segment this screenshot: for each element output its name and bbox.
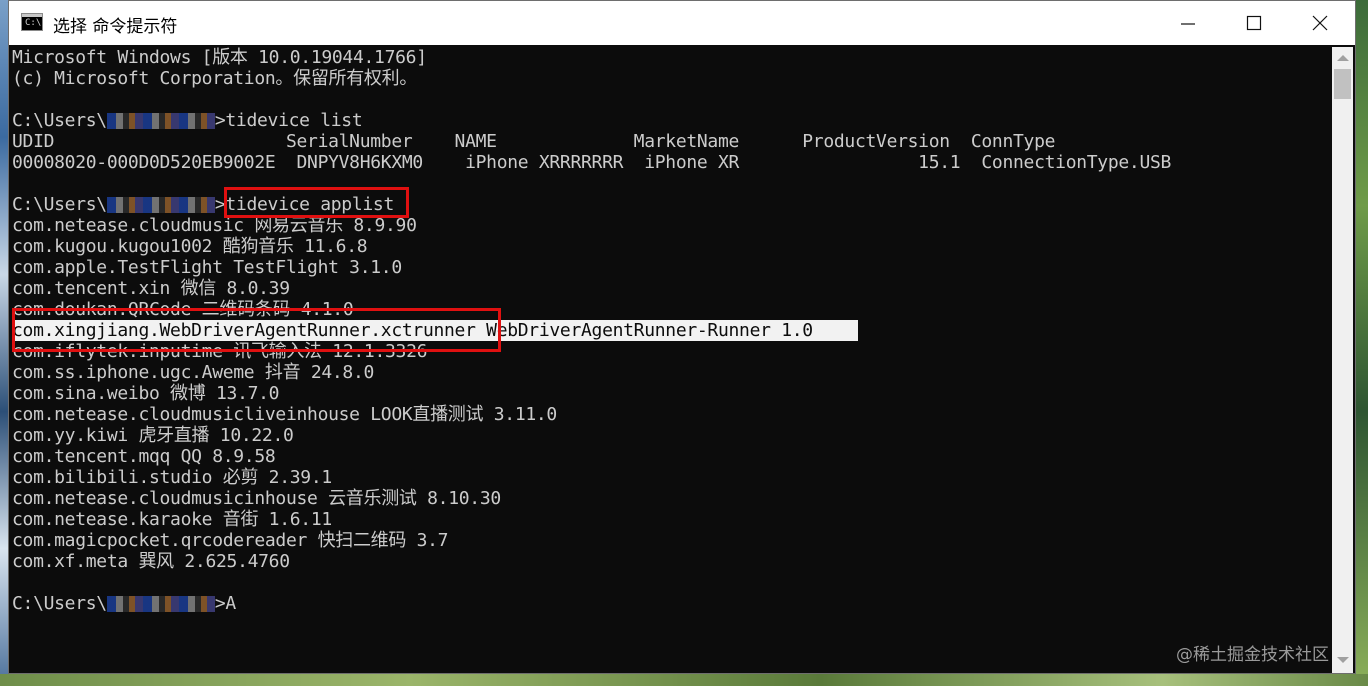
desktop-wallpaper-bottom — [0, 674, 1368, 686]
redacted-username — [106, 596, 215, 612]
close-button[interactable] — [1287, 1, 1353, 45]
app-list-item: com.sina.weibo 微博 13.7.0 — [12, 383, 280, 404]
title-bar[interactable]: C:\ 选择 命令提示符 — [9, 1, 1355, 45]
watermark: @稀土掘金技术社区 — [1176, 645, 1329, 665]
highlight-box-wda-runner — [12, 308, 501, 352]
command-prompt-window: C:\ 选择 命令提示符 Microsoft Windows [版本 10.0.… — [8, 0, 1356, 674]
table-row: 00008020-000D0D520EB9002E DNPYV8H6KXM0 i… — [12, 152, 1172, 173]
app-list-item: com.netease.cloudmusicinhouse 云音乐测试 8.10… — [12, 488, 501, 509]
highlight-box-applist-command — [224, 187, 409, 218]
app-list-item: com.netease.karaoke 音街 1.6.11 — [12, 509, 332, 530]
window-title: 选择 命令提示符 — [53, 17, 178, 37]
minimize-button[interactable] — [1155, 1, 1221, 45]
app-list-item: com.netease.cloudmusic 网易云音乐 8.9.90 — [12, 215, 417, 236]
app-list-item: com.netease.cloudmusicliveinhouse LOOK直播… — [12, 404, 557, 425]
table-header: UDID SerialNumber NAME MarketName Produc… — [12, 131, 1056, 152]
scroll-up-arrow-icon[interactable] — [1337, 55, 1349, 61]
app-list-item: com.ss.iphone.ugc.Aweme 抖音 24.8.0 — [12, 362, 375, 383]
scroll-down-arrow-icon[interactable] — [1337, 657, 1349, 663]
command-text: A — [225, 593, 236, 614]
maximize-icon — [1246, 15, 1262, 31]
maximize-button[interactable] — [1221, 1, 1287, 45]
app-list-item: com.tencent.xin 微信 8.0.39 — [12, 278, 290, 299]
desktop-wallpaper-right — [1356, 0, 1368, 686]
desktop-wallpaper-left — [0, 0, 8, 686]
cmd-app-icon[interactable]: C:\ — [21, 13, 43, 31]
vertical-scrollbar[interactable] — [1332, 47, 1353, 673]
minimize-icon — [1181, 23, 1195, 25]
prompt-line: C:\Users\ >A — [12, 593, 236, 614]
app-list-item: com.xf.meta 巽风 2.625.4760 — [12, 551, 290, 572]
console-line: Microsoft Windows [版本 10.0.19044.1766] — [12, 47, 427, 68]
redacted-username — [106, 197, 215, 213]
console-output[interactable]: Microsoft Windows [版本 10.0.19044.1766] (… — [12, 47, 1330, 673]
app-list-item: com.tencent.mqq QQ 8.9.58 — [12, 446, 276, 467]
app-list-item: com.kugou.kugou1002 酷狗音乐 11.6.8 — [12, 236, 368, 257]
prompt-line: C:\Users\ >tidevice list — [12, 110, 363, 131]
app-list-item: com.yy.kiwi 虎牙直播 10.22.0 — [12, 425, 294, 446]
close-icon — [1312, 15, 1328, 31]
app-list-item: com.bilibili.studio 必剪 2.39.1 — [12, 467, 332, 488]
app-list-item: com.magicpocket.qrcodereader 快扫二维码 3.7 — [12, 530, 449, 551]
scroll-thumb[interactable] — [1334, 69, 1351, 99]
console-line: (c) Microsoft Corporation。保留所有权利。 — [12, 68, 418, 89]
app-list-item: com.apple.TestFlight TestFlight 3.1.0 — [12, 257, 402, 278]
redacted-username — [106, 113, 215, 129]
command-text: tidevice list — [225, 110, 363, 131]
